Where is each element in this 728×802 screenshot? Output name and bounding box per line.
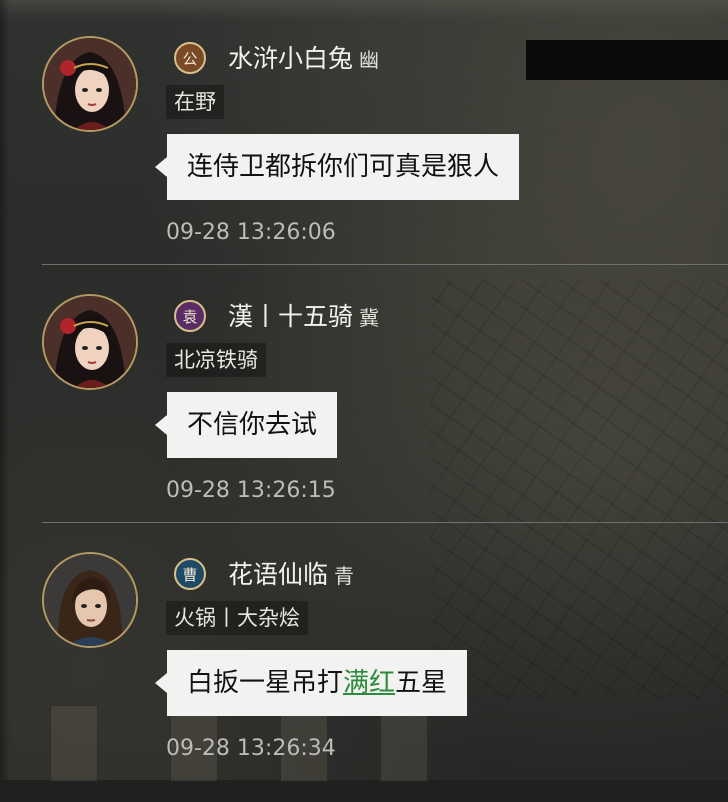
message-text: 五星: [395, 668, 448, 698]
message-text: 白扳一星吊打: [187, 668, 344, 698]
region-label: 幽: [359, 48, 380, 72]
player-name[interactable]: 水浒小白兔幽: [228, 39, 379, 75]
message-timestamp: 09-28 13:26:34: [166, 736, 336, 761]
region-label: 青: [334, 564, 355, 588]
message-bubble: 连侍卫都拆你们可真是狠人: [154, 134, 520, 200]
message-bubble: 不信你去试: [154, 392, 338, 458]
message-bubble: 白扳一星吊打满红五星: [154, 650, 468, 716]
chat-message: 袁 漢丨十五骑冀 北凉铁骑 不信你去试 09-28 13:26:15: [0, 294, 728, 544]
alliance-tag: 北凉铁骑: [166, 343, 266, 377]
message-timestamp: 09-28 13:26:15: [166, 478, 336, 503]
player-name-text: 花语仙临: [228, 560, 329, 589]
female-warrior-avatar[interactable]: [42, 36, 138, 132]
player-name-text: 漢丨十五骑: [228, 302, 354, 331]
alliance-tag: 火锅丨大杂烩: [166, 601, 308, 635]
top-tab-strip: [0, 0, 728, 20]
chat-message: 曹 花语仙临青 火锅丨大杂烩 白扳一星吊打满红五星 09-28 13:26:34: [0, 552, 728, 802]
faction-badge: 袁: [174, 300, 206, 332]
player-name[interactable]: 花语仙临青: [228, 555, 354, 591]
female-warrior-avatar[interactable]: [42, 294, 138, 390]
region-label: 冀: [359, 306, 380, 330]
faction-badge: 曹: [174, 558, 206, 590]
player-name[interactable]: 漢丨十五骑冀: [228, 297, 379, 333]
highlighted-term-link[interactable]: 满红: [343, 668, 395, 698]
male-warrior-avatar[interactable]: [42, 552, 138, 648]
alliance-tag: 在野: [166, 85, 224, 119]
message-timestamp: 09-28 13:26:06: [166, 220, 336, 245]
chat-message: 公 水浒小白兔幽 在野 连侍卫都拆你们可真是狠人 09-28 13:26:06: [0, 36, 728, 286]
player-name-text: 水浒小白兔: [228, 44, 354, 73]
faction-badge: 公: [174, 42, 206, 74]
